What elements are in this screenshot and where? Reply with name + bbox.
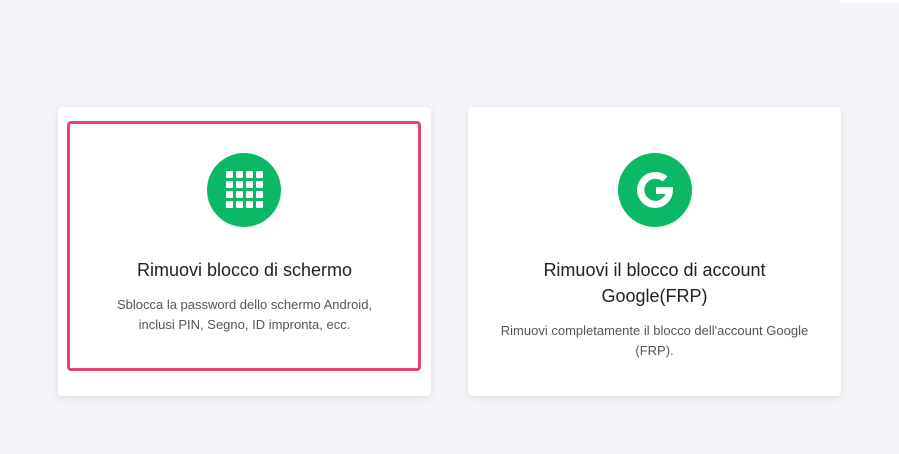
screen-lock-removal-card[interactable]: Rimuovi blocco di schermo Sblocca la pas… — [58, 107, 431, 396]
card-title: Rimuovi il blocco di account Google(FRP) — [543, 260, 766, 306]
google-g-icon — [618, 153, 692, 227]
top-edge-strip — [841, 0, 899, 3]
card-description: Rimuovi completamente il blocco dell'acc… — [500, 323, 809, 358]
card-title: Rimuovi blocco di schermo — [136, 260, 353, 280]
keypad-grid-icon — [207, 153, 281, 227]
card-description: Sblocca la password dello schermo Androi… — [116, 297, 373, 332]
google-frp-removal-card[interactable]: Rimuovi il blocco di account Google(FRP)… — [468, 107, 841, 396]
